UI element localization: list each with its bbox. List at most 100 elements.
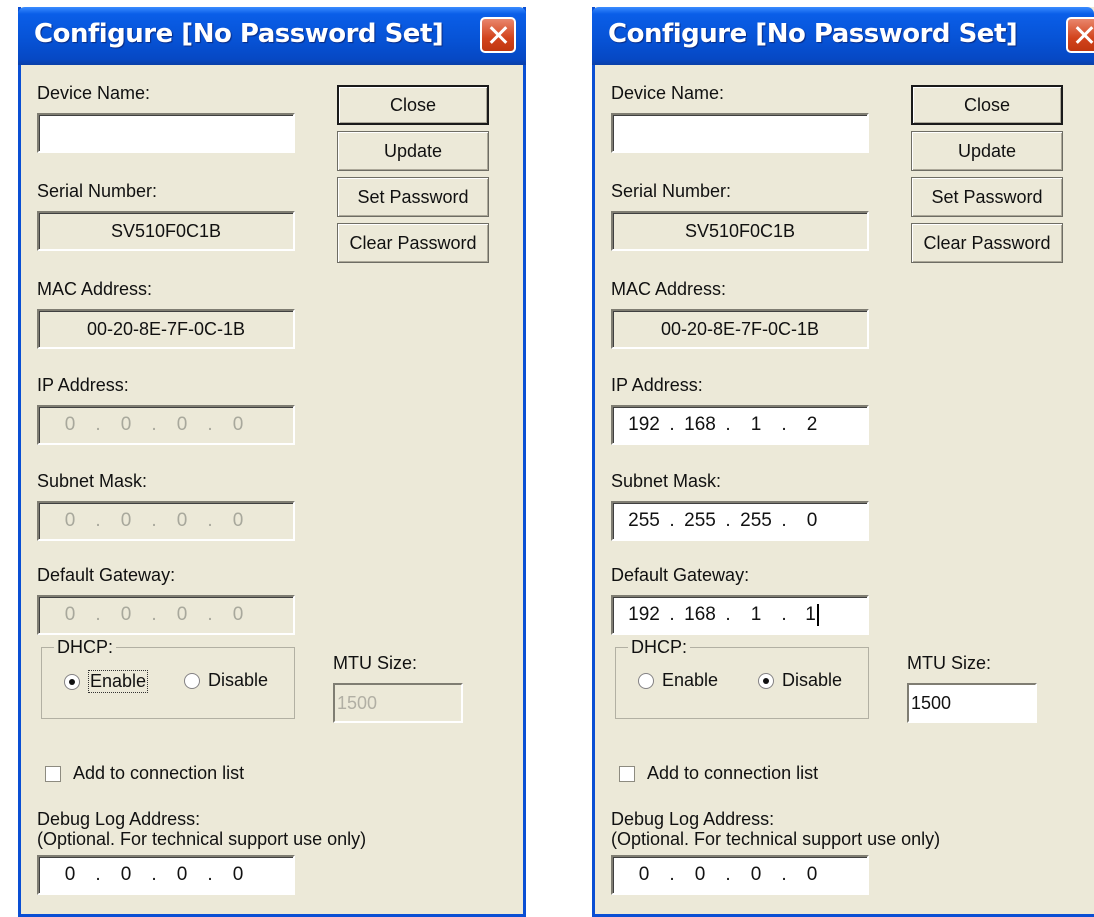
debug-dot: .	[669, 864, 675, 885]
device-name-label: Device Name:	[611, 83, 725, 103]
ip-octet-2: 168	[684, 414, 716, 435]
gateway-dot: .	[669, 604, 675, 625]
ip-dot: .	[725, 414, 731, 435]
gateway-octet-4: 1	[791, 597, 833, 633]
radio-icon	[638, 672, 654, 689]
close-x-icon[interactable]	[480, 17, 516, 53]
ip-dot: .	[669, 414, 675, 435]
ip-address-input[interactable]: 0. 0. 0. 0	[37, 405, 295, 445]
set-password-button[interactable]: Set Password	[337, 177, 489, 217]
dialog-title: Configure [No Password Set]	[34, 19, 444, 49]
ip-dot: .	[207, 414, 213, 435]
ip-address-label: IP Address:	[37, 375, 129, 395]
title-bar[interactable]: Configure [No Password Set]	[592, 7, 1094, 65]
configure-dialog-left: Configure [No Password Set] Device Name:…	[18, 7, 526, 917]
mtu-size-input[interactable]: 1500	[333, 683, 463, 723]
gateway-octet-3: 0	[176, 604, 188, 625]
radio-selected-icon	[758, 672, 774, 689]
gateway-octet-1: 192	[628, 604, 660, 625]
device-name-input[interactable]	[611, 113, 869, 153]
subnet-dot: .	[95, 510, 101, 531]
subnet-octet-4: 0	[232, 510, 244, 531]
close-button[interactable]: Close	[337, 85, 489, 125]
dhcp-disable-label: Disable	[208, 670, 269, 690]
debug-dot: .	[151, 864, 157, 885]
subnet-octet-3: 0	[176, 510, 188, 531]
subnet-mask-input[interactable]: 0. 0. 0. 0	[37, 501, 295, 541]
subnet-octet-2: 255	[684, 510, 716, 531]
ip-dot: .	[151, 414, 157, 435]
gateway-octet-1: 0	[64, 604, 76, 625]
title-bar[interactable]: Configure [No Password Set]	[18, 7, 526, 65]
debug-octet-2: 0	[694, 864, 706, 885]
debug-octet-1: 0	[638, 864, 650, 885]
gateway-dot: .	[95, 604, 101, 625]
dhcp-disable-radio[interactable]: Disable	[758, 670, 842, 691]
gateway-octet-4: 0	[232, 604, 244, 625]
clear-password-button[interactable]: Clear Password	[337, 223, 489, 263]
default-gateway-input[interactable]: 192. 168. 1. 1	[611, 595, 869, 635]
default-gateway-input[interactable]: 0. 0. 0. 0	[37, 595, 295, 635]
subnet-octet-3: 255	[740, 510, 772, 531]
ip-dot: .	[781, 414, 787, 435]
close-x-icon[interactable]	[1066, 17, 1094, 53]
debug-log-address-input[interactable]: 0. 0. 0. 0	[37, 855, 295, 895]
default-gateway-label: Default Gateway:	[611, 565, 750, 585]
ip-address-label: IP Address:	[611, 375, 703, 395]
dhcp-label: DHCP:	[628, 637, 691, 658]
subnet-dot: .	[781, 510, 787, 531]
debug-octet-2: 0	[120, 864, 132, 885]
add-to-connection-label: Add to connection list	[647, 763, 819, 783]
subnet-octet-4: 0	[806, 510, 818, 531]
ip-octet-1: 0	[64, 414, 76, 435]
debug-dot: .	[95, 864, 101, 885]
debug-log-note: (Optional. For technical support use onl…	[611, 829, 941, 849]
debug-log-note: (Optional. For technical support use onl…	[37, 829, 367, 849]
mac-address-field: 00-20-8E-7F-0C-1B	[37, 309, 295, 349]
subnet-octet-1: 255	[628, 510, 660, 531]
set-password-button[interactable]: Set Password	[911, 177, 1063, 217]
dhcp-disable-radio[interactable]: Disable	[184, 670, 268, 691]
update-button[interactable]: Update	[337, 131, 489, 171]
gateway-octet-4-value: 1	[805, 604, 816, 625]
subnet-mask-input[interactable]: 255. 255. 255. 0	[611, 501, 869, 541]
debug-log-label: Debug Log Address:	[37, 809, 201, 829]
debug-octet-1: 0	[64, 864, 76, 885]
dialog-title: Configure [No Password Set]	[608, 19, 1018, 49]
checkbox-icon	[619, 765, 635, 782]
add-to-connection-checkbox[interactable]: Add to connection list	[619, 763, 818, 784]
ip-address-input[interactable]: 192. 168. 1. 2	[611, 405, 869, 445]
ip-octet-3: 1	[750, 414, 762, 435]
ip-octet-3: 0	[176, 414, 188, 435]
checkbox-icon	[45, 765, 61, 782]
mac-address-label: MAC Address:	[611, 279, 727, 299]
mtu-size-label: MTU Size:	[333, 653, 418, 673]
serial-number-field: SV510F0C1B	[611, 211, 869, 251]
mtu-size-label: MTU Size:	[907, 653, 992, 673]
gateway-octet-2: 168	[684, 604, 716, 625]
radio-selected-icon	[64, 673, 80, 690]
add-to-connection-checkbox[interactable]: Add to connection list	[45, 763, 244, 784]
debug-log-address-input[interactable]: 0. 0. 0. 0	[611, 855, 869, 895]
dhcp-group: DHCP: Enable Disable	[41, 637, 295, 719]
mac-address-label: MAC Address:	[37, 279, 153, 299]
update-button[interactable]: Update	[911, 131, 1063, 171]
device-name-label: Device Name:	[37, 83, 151, 103]
serial-number-label: Serial Number:	[37, 181, 158, 201]
dhcp-enable-radio[interactable]: Enable	[638, 670, 718, 691]
dhcp-enable-label: Enable	[88, 670, 149, 693]
device-name-input[interactable]	[37, 113, 295, 153]
gateway-octet-3: 1	[750, 604, 762, 625]
gateway-octet-2: 0	[120, 604, 132, 625]
clear-password-button[interactable]: Clear Password	[911, 223, 1063, 263]
text-caret	[816, 603, 819, 626]
subnet-dot: .	[669, 510, 675, 531]
serial-number-label: Serial Number:	[611, 181, 732, 201]
close-button[interactable]: Close	[911, 85, 1063, 125]
mtu-size-input[interactable]: 1500	[907, 683, 1037, 723]
ip-octet-4: 0	[232, 414, 244, 435]
subnet-dot: .	[207, 510, 213, 531]
dhcp-enable-radio[interactable]: Enable	[64, 670, 149, 693]
configure-dialog-right: Configure [No Password Set] Device Name:…	[592, 7, 1094, 917]
gateway-dot: .	[207, 604, 213, 625]
